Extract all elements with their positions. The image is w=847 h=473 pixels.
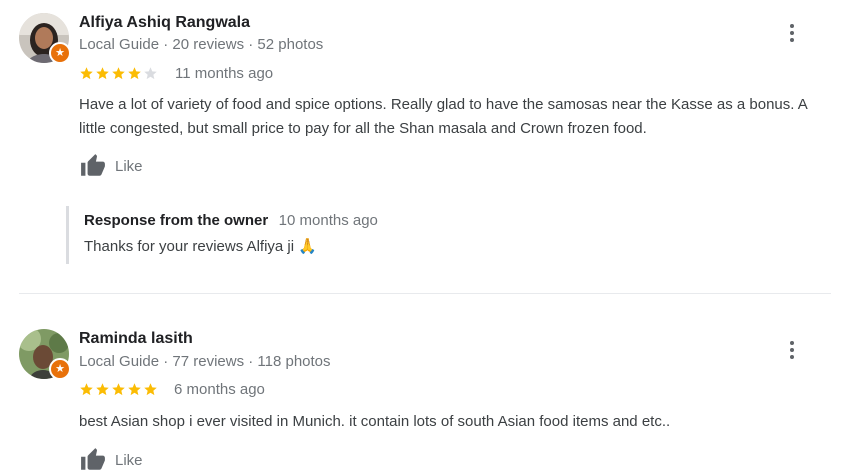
reviewer-name[interactable]: Alfiya Ashiq Rangwala bbox=[79, 14, 250, 32]
like-label: Like bbox=[115, 157, 143, 175]
review-text-line: best Asian shop i ever visited in Munich… bbox=[79, 413, 671, 430]
review-date: 6 months ago bbox=[174, 381, 265, 398]
local-guide-badge-icon: ★ bbox=[49, 358, 71, 380]
thumbs-up-icon bbox=[81, 154, 105, 176]
owner-response-title: Response from the owner bbox=[84, 212, 269, 229]
like-button[interactable]: Like bbox=[79, 447, 143, 473]
star-filled-icon bbox=[80, 383, 93, 396]
star-filled-icon bbox=[144, 383, 157, 396]
review-date: 11 months ago bbox=[175, 65, 274, 82]
reviewer-meta[interactable]: Local Guide · 20 reviews · 52 photos bbox=[79, 36, 323, 53]
owner-response-header: Response from the owner 10 months ago bbox=[84, 212, 378, 230]
like-button[interactable]: Like bbox=[79, 153, 143, 179]
star-filled-icon bbox=[128, 383, 141, 396]
star-filled-icon bbox=[112, 67, 125, 80]
reviewer-meta[interactable]: Local Guide · 77 reviews · 118 photos bbox=[79, 353, 331, 370]
star-filled-icon bbox=[112, 383, 125, 396]
review-text: best Asian shop i ever visited in Munich… bbox=[79, 410, 839, 434]
review-text: Have a lot of variety of food and spice … bbox=[79, 93, 839, 141]
local-guide-badge-icon: ★ bbox=[49, 42, 71, 64]
review-text-line: little congested, but small price to pay… bbox=[79, 120, 647, 137]
star-filled-icon bbox=[96, 67, 109, 80]
owner-response-date: 10 months ago bbox=[278, 212, 378, 229]
owner-response: Response from the owner 10 months ago Th… bbox=[66, 206, 378, 264]
star-filled-icon bbox=[80, 67, 93, 80]
star-empty-icon bbox=[144, 67, 157, 80]
star-filled-icon bbox=[96, 383, 109, 396]
more-options-button[interactable] bbox=[780, 338, 804, 362]
owner-response-text: Thanks for your reviews Alfiya ji 🙏 bbox=[84, 238, 317, 255]
divider bbox=[19, 293, 831, 294]
star-filled-icon bbox=[128, 67, 141, 80]
star-rating bbox=[79, 66, 158, 81]
reviewer-name[interactable]: Raminda lasith bbox=[79, 330, 193, 348]
review-text-line: Have a lot of variety of food and spice … bbox=[79, 96, 808, 113]
thumbs-up-icon bbox=[81, 448, 105, 470]
star-rating bbox=[79, 382, 158, 397]
like-label: Like bbox=[115, 451, 143, 469]
more-options-button[interactable] bbox=[780, 21, 804, 45]
